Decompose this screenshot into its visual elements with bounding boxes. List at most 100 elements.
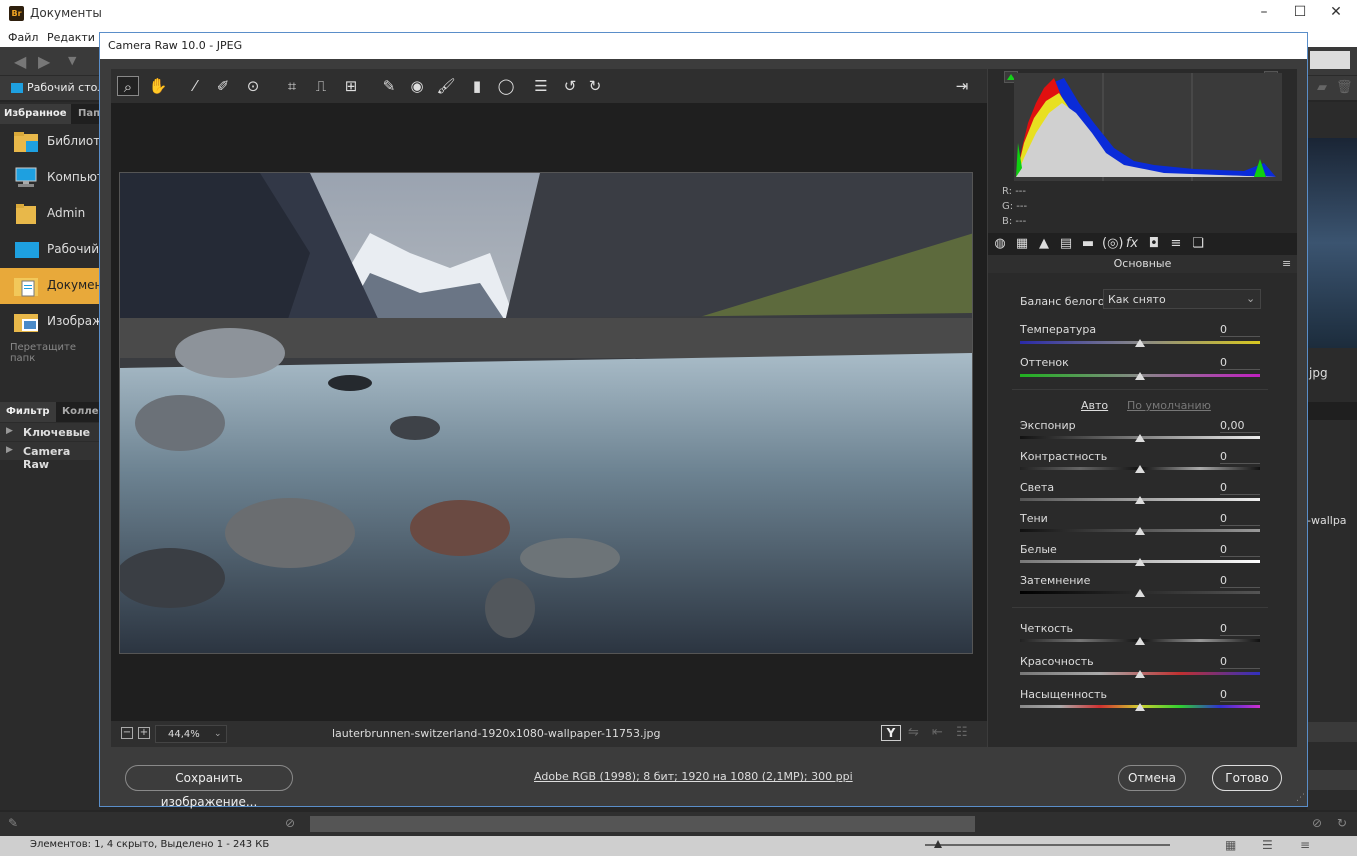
default-link[interactable]: По умолчанию <box>1127 399 1211 412</box>
fullscreen-icon[interactable]: ⇥ <box>951 76 973 96</box>
no-entry-icon-2[interactable]: ⊘ <box>1312 816 1322 830</box>
tab-folders[interactable]: Пап <box>78 108 100 119</box>
resize-grip-icon[interactable]: ⋰ <box>1296 793 1305 803</box>
slider-thumb-saturation[interactable] <box>1135 703 1145 711</box>
preferences-icon[interactable]: ☰ <box>530 76 552 96</box>
copy-settings-icon[interactable]: ⇤ <box>932 725 943 740</box>
color-sampler-icon[interactable]: ✐ <box>212 76 234 96</box>
adjustment-brush-icon[interactable]: 🖌 <box>435 76 457 96</box>
back-arrow-icon[interactable]: ◀ <box>14 52 26 71</box>
slider-thumb-clarity[interactable] <box>1135 637 1145 645</box>
details-view-icon[interactable]: ≡ <box>1300 838 1310 852</box>
done-button[interactable]: Готово <box>1212 765 1282 791</box>
fav-item-admin[interactable]: Admin <box>0 196 100 232</box>
tab-split-toning-icon[interactable]: ▬ <box>1080 237 1096 251</box>
spot-removal-icon[interactable]: ✎ <box>378 76 400 96</box>
tab-effects-icon[interactable]: fx <box>1124 237 1140 251</box>
list-view-icon[interactable]: ☰ <box>1262 838 1273 852</box>
thumbnail-size-slider[interactable] <box>925 844 1170 846</box>
slider-value-tint[interactable]: 0 <box>1220 356 1260 370</box>
slider-thumb-tint[interactable] <box>1135 372 1145 380</box>
tab-tone-curve-icon[interactable]: ▦ <box>1014 237 1030 251</box>
slider-value-whites[interactable]: 0 <box>1220 543 1260 557</box>
thumbnail-preview[interactable] <box>1307 138 1357 348</box>
slider-thumb-contrast[interactable] <box>1135 465 1145 473</box>
slider-value-exposure[interactable]: 0,00 <box>1220 419 1260 433</box>
graduated-filter-icon[interactable]: ▮ <box>466 76 488 96</box>
tab-hsl-icon[interactable]: ▤ <box>1058 237 1074 251</box>
slider-thumb-shadows[interactable] <box>1135 527 1145 535</box>
close-icon[interactable]: ✕ <box>1326 4 1346 20</box>
cancel-button[interactable]: Отмена <box>1118 765 1186 791</box>
slider-value-shadows[interactable]: 0 <box>1220 512 1260 526</box>
chevron-down-icon[interactable]: ▼ <box>68 54 76 67</box>
slider-thumb-highlights[interactable] <box>1135 496 1145 504</box>
search-input[interactable] <box>1310 51 1350 69</box>
menu-file[interactable]: Файл <box>8 31 38 44</box>
radial-filter-icon[interactable]: ◯ <box>495 76 517 96</box>
content-scrollbar[interactable] <box>310 816 975 832</box>
tab-basic-icon[interactable]: ◍ <box>992 237 1008 251</box>
tab-filter[interactable]: Фильтр <box>0 402 56 422</box>
crop-icon[interactable]: ⌗ <box>281 76 303 96</box>
transform-icon[interactable]: ⊞ <box>340 76 362 96</box>
panel-menu-icon[interactable]: ≡ <box>1282 255 1291 273</box>
slider-value-temperature[interactable]: 0 <box>1220 323 1260 337</box>
slider-value-highlights[interactable]: 0 <box>1220 481 1260 495</box>
targeted-adjust-icon[interactable]: ⊙ <box>242 76 264 96</box>
slider-value-saturation[interactable]: 0 <box>1220 688 1260 702</box>
swap-icon[interactable]: ⇋ <box>908 725 919 740</box>
slider-thumb-exposure[interactable] <box>1135 434 1145 442</box>
fav-item-documents[interactable]: Документ <box>0 268 109 304</box>
rotate-right-icon[interactable]: ↻ <box>584 76 606 96</box>
filter-camera-raw[interactable]: ▶ Camera Raw <box>0 442 100 471</box>
path-desktop[interactable]: Рабочий стол <box>27 81 104 94</box>
zoom-tool-icon[interactable]: ⌕ <box>117 76 139 96</box>
slider-thumb-temperature[interactable] <box>1135 339 1145 347</box>
slider-thumb-blacks[interactable] <box>1135 589 1145 597</box>
grid-view-icon[interactable]: ▦ <box>1225 838 1236 852</box>
maximize-icon[interactable]: ☐ <box>1290 4 1310 20</box>
slider-value-contrast[interactable]: 0 <box>1220 450 1260 464</box>
menu-edit[interactable]: Редакти <box>47 31 95 44</box>
white-balance-icon[interactable]: ⁄ <box>184 76 206 96</box>
slider-value-clarity[interactable]: 0 <box>1220 622 1260 636</box>
tab-camera-calibration-icon[interactable]: ◘ <box>1146 237 1162 251</box>
before-after-icon[interactable]: Y <box>881 725 901 741</box>
fav-item-library[interactable]: Библиот <box>0 124 100 160</box>
pin-icon[interactable]: ✎ <box>8 816 18 830</box>
slider-thumb-whites[interactable] <box>1135 558 1145 566</box>
refresh-icon[interactable]: ↻ <box>1337 816 1347 830</box>
forward-arrow-icon[interactable]: ▶ <box>38 52 50 71</box>
image-preview[interactable] <box>119 172 973 654</box>
straighten-icon[interactable]: ⎍ <box>310 76 332 96</box>
hand-tool-icon[interactable]: ✋ <box>147 76 169 96</box>
tab-snapshots-icon[interactable]: ❏ <box>1190 237 1206 251</box>
workflow-options-link[interactable]: Adobe RGB (1998); 8 бит; 1920 на 1080 (2… <box>534 770 853 783</box>
minimize-icon[interactable]: – <box>1254 4 1274 20</box>
zoom-in-icon[interactable]: + <box>138 727 150 739</box>
save-image-button[interactable]: Сохранить изображение... <box>125 765 293 809</box>
zoom-level-select[interactable]: 44,4% ⌄ <box>155 725 227 743</box>
tab-detail-icon[interactable]: ▲ <box>1036 237 1052 251</box>
slider-value-vibrance[interactable]: 0 <box>1220 655 1260 669</box>
slider-thumb-vibrance[interactable] <box>1135 670 1145 678</box>
slider-value-blacks[interactable]: 0 <box>1220 574 1260 588</box>
white-balance-select[interactable]: Как снято ⌄ <box>1103 289 1261 309</box>
no-entry-icon[interactable]: ⊘ <box>285 816 295 830</box>
fav-item-desktop[interactable]: Рабочий <box>0 232 100 268</box>
tab-lens-icon[interactable]: (◎) <box>1102 237 1124 251</box>
zoom-out-icon[interactable]: − <box>121 727 133 739</box>
fav-item-images[interactable]: Изображ <box>0 304 103 340</box>
tab-presets-icon[interactable]: ≡ <box>1168 237 1184 251</box>
red-eye-icon[interactable]: ◉ <box>406 76 428 96</box>
rotate-left-icon[interactable]: ↺ <box>559 76 581 96</box>
fav-item-computer[interactable]: Компьют <box>0 160 104 196</box>
new-folder-icon[interactable]: ▰ <box>1317 80 1327 95</box>
slider-thumb[interactable] <box>934 840 942 848</box>
filter-keywords[interactable]: ▶ Ключевые сл <box>0 423 100 452</box>
toggle-settings-icon[interactable]: ☷ <box>956 725 968 740</box>
auto-link[interactable]: Авто <box>1081 399 1108 412</box>
trash-icon[interactable]: 🗑 <box>1336 80 1353 95</box>
tab-favorites[interactable]: Избранное <box>0 104 71 124</box>
